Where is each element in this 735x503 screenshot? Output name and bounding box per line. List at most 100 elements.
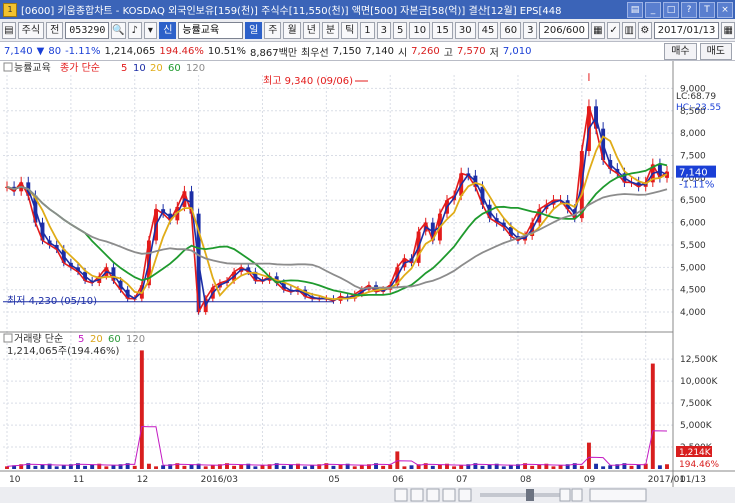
- page-counter[interactable]: 206/600: [539, 21, 590, 39]
- pause-icon[interactable]: [426, 488, 440, 502]
- date-field[interactable]: 2017/01/13: [653, 21, 720, 39]
- volume-bar: [303, 466, 308, 469]
- volume-tick-label: 10,000K: [680, 377, 718, 387]
- volume-bar: [409, 465, 414, 469]
- period-day[interactable]: 일: [245, 21, 263, 39]
- scroll-end-icon[interactable]: [458, 488, 472, 502]
- type-select[interactable]: 주식: [17, 21, 45, 39]
- x-tick-label: 08: [520, 475, 532, 485]
- table-icon[interactable]: ▦: [591, 21, 605, 39]
- speaker-icon[interactable]: ♪: [127, 21, 142, 39]
- price-tick-label: 4,500: [680, 286, 706, 296]
- volume-bar: [182, 465, 187, 469]
- down-arrow-icon: ▼: [36, 45, 45, 57]
- volume-bar: [665, 464, 669, 469]
- volume-bar: [501, 466, 506, 469]
- volume-bar: [352, 466, 357, 469]
- gear-icon[interactable]: ⚙: [638, 21, 652, 39]
- price-change-pct: -1.11%: [65, 45, 101, 57]
- chevron-down-icon[interactable]: ▾: [143, 21, 158, 39]
- volume-pct: 194.46%: [159, 45, 204, 57]
- minute-5[interactable]: 5: [393, 21, 408, 39]
- volume-bar: [139, 350, 144, 469]
- volume-bar: [83, 465, 88, 469]
- minimize-icon[interactable]: _: [645, 1, 661, 18]
- buy-button[interactable]: 매수: [664, 42, 697, 60]
- x-tick-label: 09: [584, 475, 596, 485]
- volume-bar: [657, 465, 662, 469]
- x-tick-label: 2016/03: [201, 475, 238, 485]
- price-tick-label: 5,000: [680, 263, 706, 273]
- volume-bar: [381, 465, 386, 469]
- minute-30[interactable]: 30: [454, 21, 476, 39]
- current-volume-label: 1,214K: [679, 448, 712, 458]
- volume-bar: [530, 465, 535, 469]
- drawing-tools-icon[interactable]: [589, 488, 647, 502]
- volume-bar: [154, 466, 158, 469]
- chart-area[interactable]: 능률교육 종가 단순 5 10 20 60 120 최고 9,340 (09/0…: [0, 61, 735, 503]
- pane-collapse-icon[interactable]: [3, 62, 13, 72]
- volume-bar: [487, 464, 492, 469]
- period-minute[interactable]: 분: [321, 21, 340, 39]
- scroll-right-icon[interactable]: [442, 488, 456, 502]
- check-icon[interactable]: ✓: [606, 21, 621, 39]
- period-year[interactable]: 년: [302, 21, 320, 39]
- price-legend-ma60: 60: [168, 63, 181, 74]
- volume-bar: [310, 465, 315, 469]
- volume-bar: [551, 466, 556, 469]
- moving-average-lines: [6, 106, 668, 315]
- high-price: 7,570: [456, 45, 486, 57]
- minute-15[interactable]: 15: [432, 21, 453, 39]
- zoom-in-icon[interactable]: [559, 488, 571, 502]
- low-price: 7,010: [502, 45, 532, 57]
- volume-bar: [636, 464, 641, 469]
- help-icon[interactable]: ?: [681, 1, 697, 18]
- x-axis: 10 11 12 2016/03 05 06 07 08 09 2017/01: [9, 475, 685, 485]
- minute-45[interactable]: 45: [477, 21, 499, 39]
- volume-y-axis: 12,500K10,000K7,500K5,000K2,500K: [680, 355, 718, 453]
- volume-bar: [402, 466, 407, 469]
- pin-icon[interactable]: T: [699, 1, 715, 18]
- volume-legend-prefix: 거래량 단순: [14, 333, 63, 345]
- period-week[interactable]: 주: [264, 21, 282, 39]
- volume-bar: [281, 465, 286, 469]
- volume-bar: [146, 463, 151, 469]
- turnover: 10.51%: [207, 45, 247, 57]
- minute-10[interactable]: 10: [409, 21, 431, 39]
- volume-bar: [459, 465, 464, 469]
- minute-60[interactable]: 60: [500, 21, 522, 39]
- price-tick-label: 4,000: [680, 308, 706, 318]
- volume-bar: [537, 464, 542, 469]
- sell-button[interactable]: 매도: [699, 42, 732, 60]
- period-month[interactable]: 월: [283, 21, 301, 39]
- calendar-icon[interactable]: ▦: [721, 21, 735, 39]
- close-icon[interactable]: ×: [717, 1, 733, 18]
- high-annotation: 최고 9,340 (09/06): [263, 75, 353, 87]
- lock-icon[interactable]: ▤: [627, 1, 643, 18]
- period-tick[interactable]: 틱: [341, 21, 359, 39]
- minute-custom[interactable]: 3: [523, 21, 538, 39]
- stock-name-field[interactable]: 능률교육: [178, 21, 244, 39]
- price-legend-ma20: 20: [150, 63, 163, 74]
- chart-icon[interactable]: ▤: [2, 21, 16, 39]
- info-bar: 7,140 ▼ 80 -1.11% 1,214,065 194.46% 10.5…: [0, 42, 735, 61]
- scroll-left-icon[interactable]: [410, 488, 424, 502]
- x-tick-label: 10: [9, 475, 21, 485]
- price-legend-ma10: 10: [133, 63, 146, 74]
- prev-button[interactable]: 전: [46, 21, 64, 39]
- volume-bar: [608, 465, 613, 469]
- volume-pane-collapse-icon[interactable]: [3, 333, 13, 343]
- zoom-out-icon[interactable]: [571, 488, 583, 502]
- code-input[interactable]: 053290: [65, 21, 110, 39]
- minute-1[interactable]: 1: [360, 21, 375, 39]
- minute-3[interactable]: 3: [376, 21, 392, 39]
- restore-icon[interactable]: □: [663, 1, 679, 18]
- scroll-start-icon[interactable]: [394, 488, 408, 502]
- search-icon[interactable]: 🔍: [111, 21, 126, 39]
- volume-tick-label: 7,500K: [680, 399, 713, 409]
- volume-bar: [629, 465, 634, 469]
- grid-icon[interactable]: ▥: [622, 21, 637, 39]
- zoom-slider-handle[interactable]: [526, 489, 534, 501]
- zoom-slider-track[interactable]: [480, 493, 570, 497]
- volume-tick-label: 12,500K: [680, 355, 718, 365]
